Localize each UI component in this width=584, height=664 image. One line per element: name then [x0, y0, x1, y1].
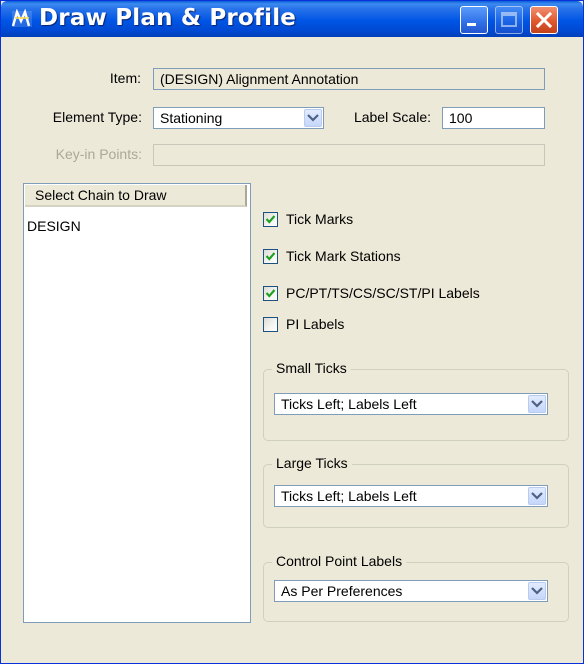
- checkbox-box[interactable]: [263, 317, 278, 332]
- group-title: Large Ticks: [272, 455, 352, 471]
- element-type-label: Element Type:: [52, 109, 142, 125]
- label-scale-label: Label Scale:: [353, 109, 431, 125]
- app-icon: [11, 8, 33, 29]
- checkbox-label: PI Labels: [286, 316, 345, 332]
- maximize-button[interactable]: [495, 6, 523, 34]
- control-point-labels-dropdown[interactable]: As Per Preferences: [274, 580, 548, 602]
- chevron-down-icon[interactable]: [528, 395, 546, 413]
- chevron-down-icon[interactable]: [528, 582, 546, 600]
- close-button[interactable]: [530, 6, 558, 34]
- title-bar[interactable]: Draw Plan & Profile: [1, 1, 583, 37]
- keyin-points-label: Key-in Points:: [55, 146, 142, 162]
- label-scale-input[interactable]: 100: [442, 107, 545, 129]
- chevron-down-icon[interactable]: [528, 487, 546, 505]
- control-point-labels-group: Control Point Labels As Per Preferences: [263, 553, 569, 622]
- chain-list-header[interactable]: Select Chain to Draw: [25, 185, 247, 207]
- checkbox-label: Tick Marks: [286, 211, 354, 227]
- close-icon: [535, 11, 553, 29]
- chevron-down-icon[interactable]: [304, 109, 322, 127]
- large-ticks-value: Ticks Left; Labels Left: [281, 488, 417, 504]
- minimize-button[interactable]: [460, 6, 488, 34]
- item-field: (DESIGN) Alignment Annotation: [153, 68, 545, 90]
- chain-listbox[interactable]: Select Chain to Draw DESIGN: [23, 183, 251, 623]
- item-label: Item:: [109, 70, 141, 86]
- checkbox-box[interactable]: [263, 249, 278, 264]
- list-item[interactable]: DESIGN: [27, 218, 81, 234]
- small-ticks-dropdown[interactable]: Ticks Left; Labels Left: [274, 393, 548, 415]
- element-type-dropdown[interactable]: Stationing: [153, 107, 324, 129]
- element-type-value: Stationing: [160, 110, 223, 126]
- large-ticks-dropdown[interactable]: Ticks Left; Labels Left: [274, 485, 548, 507]
- check-icon: [265, 215, 276, 224]
- group-title: Control Point Labels: [272, 553, 407, 569]
- checkbox-box[interactable]: [263, 286, 278, 301]
- dialog-window: Draw Plan & Profile Item: (DESIGN) Align…: [0, 0, 584, 664]
- window-title: Draw Plan & Profile: [39, 5, 297, 31]
- check-icon: [265, 252, 276, 261]
- group-title: Small Ticks: [272, 360, 351, 376]
- small-ticks-value: Ticks Left; Labels Left: [281, 396, 417, 412]
- keyin-points-input[interactable]: [153, 144, 545, 166]
- check-icon: [265, 289, 276, 298]
- checkbox-box[interactable]: [263, 212, 278, 227]
- checkbox-label: Tick Mark Stations: [286, 248, 401, 264]
- large-ticks-group: Large Ticks Ticks Left; Labels Left: [263, 455, 569, 528]
- checkbox-label: PC/PT/TS/CS/SC/ST/PI Labels: [286, 285, 480, 301]
- control-point-labels-value: As Per Preferences: [281, 583, 403, 599]
- small-ticks-group: Small Ticks Ticks Left; Labels Left: [263, 360, 569, 441]
